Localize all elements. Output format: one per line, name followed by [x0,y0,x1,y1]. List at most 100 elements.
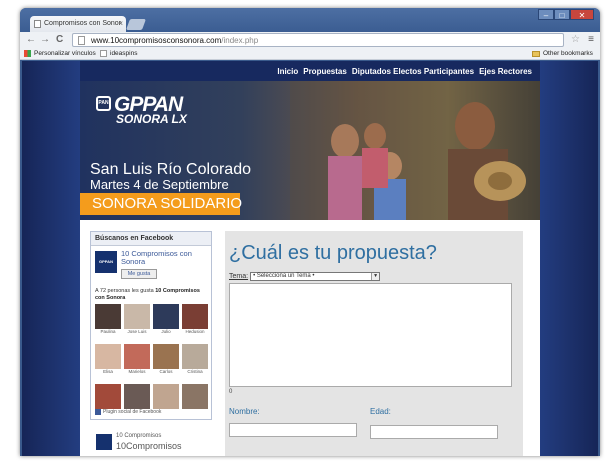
address-bar[interactable]: www.10compromisosconsonora.com/index.php [72,33,564,47]
fan-item[interactable]: Hedusion [182,304,208,338]
proposal-textarea[interactable] [229,283,512,387]
form-heading: ¿Cuál es tu propuesta? [229,242,437,264]
bookmark-ideaspins[interactable]: ideaspins [100,50,137,57]
site-container: Inicio Propuestas Diputados Electos Part… [80,61,540,456]
fan-avatar [95,384,121,409]
window-controls: – □ ✕ [538,9,594,20]
edad-input[interactable] [370,425,498,439]
fan-avatar [182,384,208,409]
fan-avatar [153,384,179,409]
fan-name: Cristina [187,369,203,374]
minimize-button[interactable]: – [538,9,554,20]
banner-photo [290,81,540,220]
facebook-header: Búscanos en Facebook [91,232,211,246]
facebook-plugin-footer[interactable]: Plugin social de Facebook [95,409,161,415]
title-bar: Compromisos con Sonor × – □ ✕ [20,8,600,32]
nav-ejes-rectores[interactable]: Ejes Rectores [479,67,532,76]
pan-badge: PAN [96,96,111,111]
facebook-likebox: Búscanos en Facebook GPPAN 10 Compromiso… [90,231,212,420]
hero-banner: PAN GPPAN SONORA LX San Luis Río Colorad… [80,81,540,220]
tema-select-value: • Selecciona un Tema • [253,273,315,279]
facebook-page-thumbnail[interactable]: GPPAN [95,251,117,273]
like-count-text: A 72 personas les gusta [95,288,154,294]
nav-diputados[interactable]: Diputados Electos Participantes [352,67,474,76]
page-icon [34,20,41,28]
fan-name: Hedusion [185,329,205,334]
maximize-button[interactable]: □ [554,9,570,20]
fan-name: Paulina [100,329,116,334]
folder-icon [532,50,540,57]
tema-row: Tema: • Selecciona un Tema • ▼ [229,272,381,281]
facebook-like-count: A 72 personas les gusta 10 Compromisos c… [95,288,209,302]
fan-item[interactable]: Carlos [153,344,179,378]
fan-avatar [182,304,208,329]
background-right [540,61,598,456]
promo-line1: 10 Compromisos [116,433,162,439]
fan-item[interactable]: Jose Luis [124,304,150,338]
promo-thumbnail [96,434,112,450]
page-icon [78,36,85,45]
fan-name: Julio [161,329,171,334]
fan-item[interactable]: Marielos [124,344,150,378]
facebook-page-name[interactable]: 10 Compromisos con Sonora [121,250,209,266]
facebook-icon [95,409,101,415]
back-icon[interactable]: ← [26,34,36,45]
fan-item[interactable]: Paulina [95,304,121,338]
fan-name: Jose Luis [127,329,147,334]
fan-item[interactable]: Cristina [182,344,208,378]
fan-avatar [95,304,121,329]
tema-label: Tema: [229,273,249,280]
forward-icon[interactable]: → [40,34,50,45]
fan-avatar [124,344,150,369]
other-bookmarks-label: Other bookmarks [543,50,593,57]
main-nav: Inicio Propuestas Diputados Electos Part… [80,61,540,81]
fan-avatar [124,384,150,409]
new-tab-button[interactable] [125,19,147,30]
fan-name: Elisa [103,369,113,374]
other-bookmarks[interactable]: Other bookmarks [532,50,593,57]
promo-line2: 10Compromisos [116,441,182,451]
nav-inicio[interactable]: Inicio [277,67,298,76]
bookmark-personalizar[interactable]: Personalizar vínculos [24,50,96,57]
browser-toolbar: ← → C www.10compromisosconsonora.com/ind… [20,32,600,48]
background-left [22,61,80,456]
url-path: /index.php [221,36,259,45]
plugin-label: Plugin social de Facebook [103,409,162,415]
page-viewport: Inicio Propuestas Diputados Electos Part… [22,61,598,456]
banner-date: Martes 4 de Septiembre [90,177,229,192]
url-domain: www.10compromisosconsonora.com [91,36,222,45]
fan-item[interactable]: Julio [153,304,179,338]
nombre-label: Nombre: [229,407,260,416]
fan-avatar [124,304,150,329]
fan-avatar [182,344,208,369]
chevron-down-icon: ▼ [371,273,380,280]
windows-icon [24,50,31,57]
nombre-input[interactable] [229,423,357,437]
fan-grid: Paulina Jose Luis Julio Hedusion Elisa Mariel… [95,304,209,418]
tab-title: Compromisos con Sonor [44,20,122,27]
proposal-form: ¿Cuál es tu propuesta? Tema: • Seleccion… [225,231,523,456]
tab-close-icon[interactable]: × [118,19,123,28]
fan-item[interactable] [182,384,208,418]
fan-item[interactable]: Elisa [95,344,121,378]
sidebar-promo[interactable]: 10 Compromisos 10Compromisos [96,431,206,453]
fan-avatar [153,304,179,329]
reload-icon[interactable]: C [56,34,63,45]
sidebar: Búscanos en Facebook GPPAN 10 Compromiso… [90,231,212,456]
fan-avatar [153,344,179,369]
bookmark-label: Personalizar vínculos [34,50,96,57]
fan-name: Marielos [128,369,146,374]
tema-select[interactable]: • Selecciona un Tema • ▼ [250,272,381,281]
edad-label: Edad: [370,407,391,416]
bookmark-star-icon[interactable]: ☆ [571,34,580,45]
bookmarks-bar: Personalizar vínculos ideaspins Other bo… [20,48,600,60]
close-window-button[interactable]: ✕ [570,9,594,20]
character-counter: 0 [229,389,233,395]
like-button[interactable]: Me gusta [121,269,157,279]
nav-propuestas[interactable]: Propuestas [303,67,347,76]
bookmark-label: ideaspins [110,50,138,57]
banner-tagline: SONORA SOLIDARIO [80,193,242,215]
logo-sub: SONORA LX [116,112,187,126]
menu-icon[interactable]: ≡ [588,34,594,45]
browser-tab[interactable]: Compromisos con Sonor × [30,16,126,32]
